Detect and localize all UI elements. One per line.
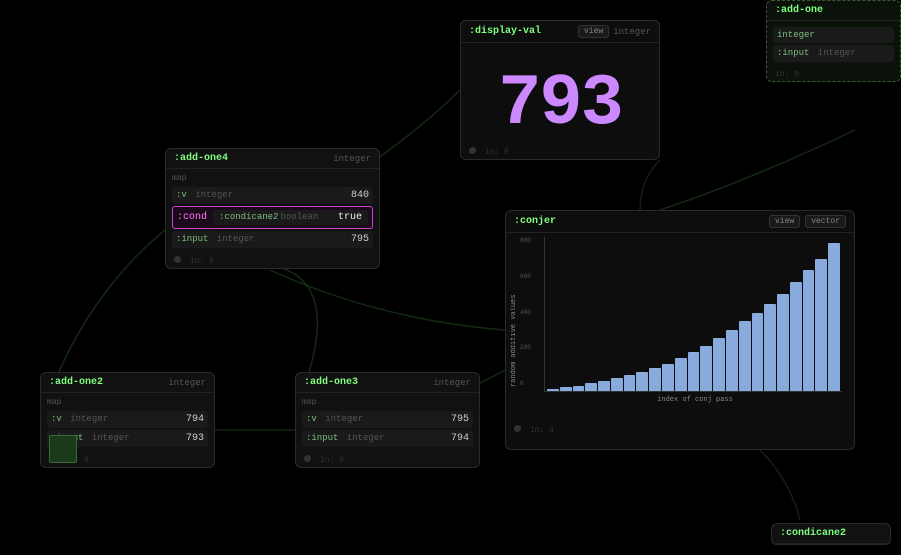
chart-bar [815, 259, 827, 391]
add-one4-row-input: :input integer 795 [172, 231, 373, 248]
add-one2-v-value: 794 [186, 414, 204, 425]
chart-bar [636, 372, 648, 391]
add-one-tr-row-input: :input integer [773, 45, 894, 62]
add-one3-row-v: :v integer 795 [302, 411, 473, 428]
conjer-view-badge[interactable]: view [769, 215, 800, 228]
add-one2-title: :add-one2 [49, 377, 103, 388]
chart-bar [828, 243, 840, 391]
add-one-tr-row1: integer [773, 27, 894, 43]
conjer-header: :conjer view vector [506, 211, 854, 233]
chart-bar [547, 389, 559, 391]
add-one4-input-type: integer [211, 234, 254, 244]
chart-x-label: index of conj pass [544, 396, 846, 404]
add-one-tr-footer: in: 0 [767, 68, 900, 81]
conjer-title: :conjer [514, 216, 556, 227]
add-one3-input-value: 794 [451, 433, 469, 444]
view-badge[interactable]: view [578, 25, 609, 38]
chart-bar [560, 387, 572, 391]
add-one3-map: map [302, 397, 473, 409]
add-one3-row-input: :input integer 794 [302, 430, 473, 447]
add-one4-map: map [172, 173, 373, 185]
chart-bar [675, 358, 687, 391]
chart-bar [700, 346, 712, 391]
add-one4-header: :add-one4 integer [166, 149, 379, 169]
condicane2-br-header: :condicane2 [772, 524, 890, 544]
display-val-header: :display-val view integer [461, 21, 659, 43]
add-one4-cond-row: :cond :condicane2boolean true [172, 206, 373, 229]
add-one2-map: map [47, 397, 208, 409]
display-val-type: integer [613, 27, 651, 37]
chart-bar [764, 304, 776, 391]
chart-bar [573, 386, 585, 391]
add-one3-type: integer [433, 378, 471, 388]
add-one4-cond-inner: :cond :condicane2boolean true [177, 210, 368, 225]
display-val-node: :display-val view integer 793 in: 0 [460, 20, 660, 160]
chart-bars-container [544, 237, 842, 392]
add-one3-title: :add-one3 [304, 377, 358, 388]
chart-bar [752, 313, 764, 391]
add-one4-cond-label: :cond [177, 212, 207, 223]
add-one4-row-v: :v integer 840 [172, 187, 373, 204]
chart-bar [777, 294, 789, 391]
add-one-tr-node: :add-one integer :input integer in: 0 [766, 0, 901, 82]
add-one4-v-type: integer [190, 190, 233, 200]
chart-bar [598, 381, 610, 391]
add-one4-input-value: 795 [351, 234, 369, 245]
chart-bar [611, 378, 623, 391]
chart-bar [624, 375, 636, 391]
conjer-vector-badge: vector [805, 215, 846, 228]
chart-bar [662, 364, 674, 391]
add-one-tr-header: :add-one [767, 1, 900, 21]
add-one4-body: map :v integer 840 :cond :condicane2bool… [166, 169, 379, 254]
condicane2-br-title: :condicane2 [780, 528, 846, 539]
conjer-footer: in: 4 [506, 423, 854, 437]
display-val-title: :display-val [469, 26, 541, 37]
add-one3-node: :add-one3 integer map :v integer 795 :in… [295, 372, 480, 468]
add-one2-type: integer [168, 378, 206, 388]
conjer-node: :conjer view vector random additive valu… [505, 210, 855, 450]
display-val-footer: in: 0 [461, 145, 659, 159]
add-one3-header: :add-one3 integer [296, 373, 479, 393]
conjer-chart-area: random additive values 800 600 400 200 0… [506, 233, 854, 423]
cond-inner-type: boolean [280, 212, 318, 222]
add-one4-v-value: 840 [351, 190, 369, 201]
chart-bar [688, 352, 700, 391]
add-one2-row-v: :v integer 794 [47, 411, 208, 428]
add-one4-cond-box: :condicane2boolean true [213, 210, 368, 225]
add-one4-input-label: :input [176, 234, 208, 244]
add-one3-v-value: 795 [451, 414, 469, 425]
condicane2-br-node: :condicane2 [771, 523, 891, 545]
add-one4-type: integer [333, 154, 371, 164]
add-one2-header: :add-one2 integer [41, 373, 214, 393]
chart-y-label: random additive values [510, 295, 518, 387]
chart-bar [726, 330, 738, 391]
chart-bar [803, 270, 815, 391]
cond-value: true [338, 212, 362, 223]
chart-bar [739, 321, 751, 391]
add-one4-footer: in: 0 [166, 254, 379, 268]
add-one3-body: map :v integer 795 :input integer 794 [296, 393, 479, 453]
add-one-tr-body: integer :input integer [767, 21, 900, 68]
add-one-tr-title: :add-one [775, 5, 823, 16]
chart-bar [585, 383, 597, 391]
chart-bar [713, 338, 725, 391]
add-one2-node: :add-one2 integer map :v integer 794 :in… [40, 372, 215, 468]
add-one4-title: :add-one4 [174, 153, 228, 164]
chart-bar [790, 282, 802, 391]
add-one4-v-label: :v [176, 190, 187, 200]
add-one2-input-value: 793 [186, 433, 204, 444]
green-rect-indicator [49, 435, 77, 463]
add-one4-node: :add-one4 integer map :v integer 840 :co… [165, 148, 380, 269]
display-val-number: 793 [461, 43, 659, 145]
cond-inner-label: :condicane2 [219, 212, 278, 222]
chart-bar [649, 368, 661, 391]
add-one3-footer: in: 0 [296, 453, 479, 467]
